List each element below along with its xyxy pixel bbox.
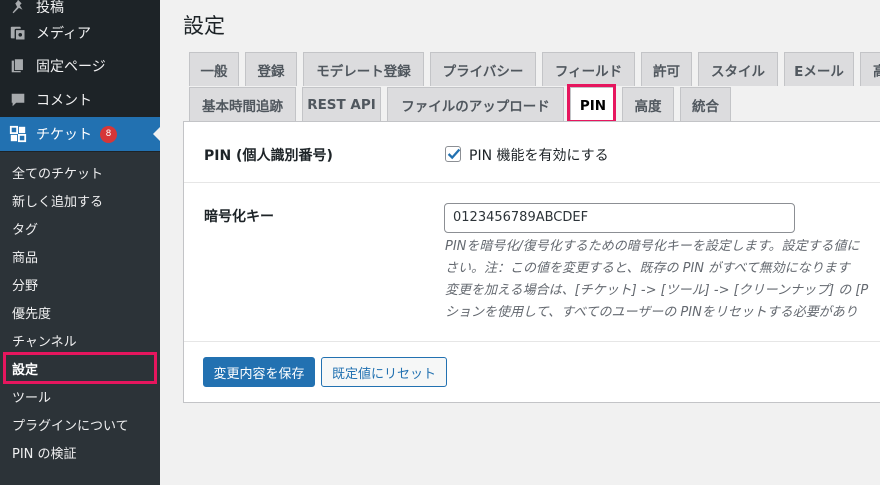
checkmark-icon	[447, 148, 461, 160]
tab-general[interactable]: 一般	[189, 52, 239, 86]
submenu-about[interactable]: プラグインについて	[0, 410, 160, 438]
submenu-all-tickets[interactable]: 全てのチケット	[0, 158, 160, 186]
tab-advanced-cut[interactable]: 高	[860, 52, 880, 86]
media-icon	[0, 24, 36, 42]
row-divider	[184, 182, 880, 183]
save-changes-button[interactable]: 変更内容を保存	[203, 357, 315, 387]
menu-label: コメント	[36, 93, 92, 109]
notification-badge: 8	[100, 125, 117, 143]
admin-sidebar: 投稿 メディア 固定ページ コメント チケット 8 全てのチケット 新しく追加す…	[0, 0, 161, 485]
page-title: 設定	[183, 14, 225, 38]
tab-pin[interactable]: PIN	[570, 87, 616, 123]
tab-file-upload[interactable]: ファイルのアップロード	[387, 87, 564, 121]
pin-row-label: PIN (個人識別番号)	[204, 148, 333, 164]
menu-comments[interactable]: コメント	[0, 83, 160, 117]
tickets-submenu: 全てのチケット 新しく追加する タグ 商品 分野 優先度 チャンネル 設定 ツー…	[0, 152, 160, 485]
tab-moderate-registration[interactable]: モデレート登録	[303, 52, 424, 86]
submenu-tags[interactable]: タグ	[0, 214, 160, 242]
tab-integration[interactable]: 統合	[680, 87, 731, 121]
menu-media[interactable]: メディア	[0, 16, 160, 50]
menu-tickets[interactable]: チケット 8	[0, 117, 161, 151]
key-description-line: さい。注：この値を変更すると、既存の PIN がすべて無効になります	[445, 261, 850, 276]
settings-panel: PIN (個人識別番号) PIN 機能を有効にする 暗号化キー 01234567…	[183, 121, 880, 403]
tab-advanced[interactable]: 高度	[622, 87, 674, 121]
reset-defaults-button[interactable]: 既定値にリセット	[321, 357, 447, 387]
comment-icon	[0, 91, 36, 109]
tab-permissions[interactable]: 許可	[641, 52, 692, 86]
tab-rest-api[interactable]: REST API	[302, 87, 381, 121]
submenu-settings[interactable]: 設定	[0, 354, 160, 382]
submenu-add-new[interactable]: 新しく追加する	[0, 186, 160, 214]
tab-email[interactable]: Eメール	[784, 52, 854, 86]
submenu-tools[interactable]: ツール	[0, 382, 160, 410]
pin-enable-checkbox[interactable]	[445, 146, 461, 162]
encryption-key-input[interactable]: 0123456789ABCDEF	[444, 203, 795, 233]
menu-label: 投稿	[36, 0, 64, 16]
menu-label: チケット	[36, 127, 92, 143]
key-description-line: ションを使用して、すべてのユーザーの PINをリセットする必要があり	[445, 305, 858, 320]
submenu-priority[interactable]: 優先度	[0, 298, 160, 326]
row-divider	[184, 341, 880, 342]
pin-enable-label[interactable]: PIN 機能を有効にする	[469, 145, 609, 165]
submenu-products[interactable]: 商品	[0, 242, 160, 270]
tab-style[interactable]: スタイル	[698, 52, 778, 86]
tab-time-tracking[interactable]: 基本時間追跡	[189, 87, 296, 121]
menu-label: メディア	[36, 26, 92, 42]
submenu-pin-verify[interactable]: PIN の検証	[0, 438, 160, 466]
key-description-line: PINを暗号化/復号化するための暗号化キーを設定します。設定する値に	[445, 239, 860, 254]
menu-pages[interactable]: 固定ページ	[0, 49, 160, 83]
page-icon	[0, 57, 36, 75]
menu-label: 固定ページ	[36, 59, 106, 75]
tab-registration[interactable]: 登録	[245, 52, 297, 86]
encryption-key-label: 暗号化キー	[204, 209, 274, 225]
pin-icon	[0, 0, 36, 16]
tab-fields[interactable]: フィールド	[542, 52, 635, 86]
tab-privacy[interactable]: プライバシー	[430, 52, 536, 86]
submenu-channels[interactable]: チャンネル	[0, 326, 160, 354]
submenu-departments[interactable]: 分野	[0, 270, 160, 298]
key-description-line: 変更を加える場合は、[チケット] -> [ツール] -> [クリーンナップ] の…	[445, 283, 869, 298]
grid-icon	[0, 125, 36, 143]
